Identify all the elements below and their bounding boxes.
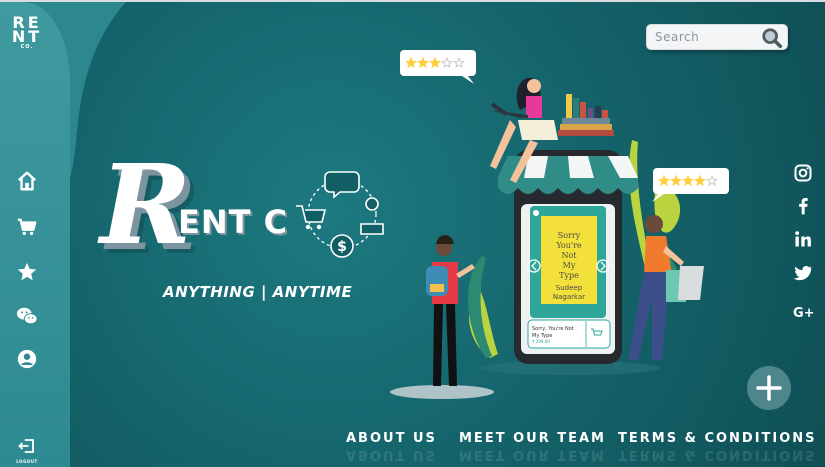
logo-line-2: NT [11, 27, 43, 46]
hero-illustration: Sorry You're Not My Type Sudeep Nagarkar… [390, 50, 729, 399]
svg-text:You're: You're [555, 241, 582, 250]
brand-letter: R [100, 140, 191, 269]
instagram-icon[interactable] [793, 163, 813, 183]
svg-text:Sorry: Sorry [558, 231, 581, 240]
logout-label: LOGOUT [16, 459, 38, 464]
linkedin-icon[interactable] [793, 229, 813, 249]
rating-bubble-left [400, 50, 476, 84]
svg-text:Sudeep: Sudeep [556, 284, 583, 292]
twitter-icon[interactable] [793, 263, 813, 283]
svg-text:$: $ [337, 239, 347, 255]
logout-button[interactable]: LOGOUT [14, 438, 40, 464]
search-icon[interactable] [761, 27, 783, 49]
brand-logo[interactable]: RE NT CO. [9, 15, 45, 51]
nav-about-us[interactable]: ABOUT US [346, 431, 437, 446]
wechat-icon[interactable] [16, 305, 38, 327]
plus-icon [756, 375, 782, 401]
svg-text:₹ 299.00: ₹ 299.00 [532, 339, 550, 344]
nav-terms[interactable]: TERMS & CONDITIONS [618, 431, 817, 446]
user-icon[interactable] [16, 348, 38, 370]
google-plus-icon[interactable]: G+ [793, 304, 815, 324]
add-button[interactable] [747, 366, 791, 410]
svg-text:Sorry, You're Not: Sorry, You're Not [532, 326, 574, 332]
svg-text:My: My [563, 261, 576, 270]
brand-name: ENT C [178, 203, 289, 241]
tagline: ANYTHING | ANYTIME [163, 283, 353, 301]
svg-text:Nagarkar: Nagarkar [553, 293, 585, 301]
svg-text:Not: Not [561, 251, 577, 260]
nav-meet-our-team[interactable]: MEET OUR TEAM [459, 431, 606, 446]
cart-icon[interactable] [16, 216, 38, 238]
home-icon[interactable] [16, 170, 38, 192]
services-cycle-icon: $ [296, 171, 384, 258]
logout-icon [18, 439, 34, 453]
svg-text:Type: Type [559, 271, 579, 280]
facebook-icon[interactable] [793, 196, 813, 216]
star-icon[interactable] [16, 261, 38, 283]
